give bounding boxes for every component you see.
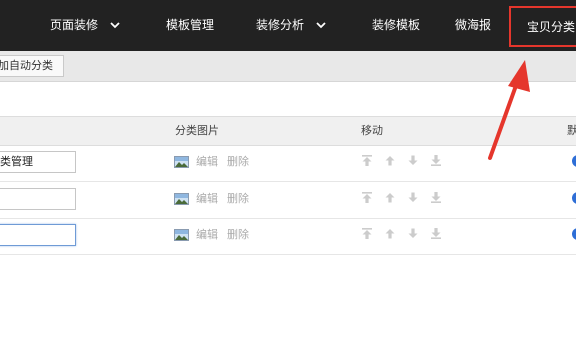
table-row: 编辑 删除 xyxy=(0,218,576,255)
move-up-icon[interactable] xyxy=(385,155,395,169)
column-header-default: 默 xyxy=(567,124,576,137)
move-top-icon[interactable] xyxy=(362,228,372,242)
move-top-icon[interactable] xyxy=(362,155,372,169)
nav-page-decoration[interactable]: 页面装修 xyxy=(50,0,120,51)
nav-decoration-templates[interactable]: 装修模板 xyxy=(372,0,420,51)
toolbar: 加自动分类 xyxy=(0,51,576,82)
nav-micro-poster[interactable]: 微海报 xyxy=(455,0,491,51)
delete-image-link[interactable]: 删除 xyxy=(227,154,249,170)
move-down-icon[interactable] xyxy=(408,228,418,242)
move-bottom-icon[interactable] xyxy=(431,228,441,242)
nav-template-management[interactable]: 模板管理 xyxy=(166,0,214,51)
table-row: 类管理 编辑 删除 xyxy=(0,145,576,182)
delete-image-link[interactable]: 删除 xyxy=(227,227,249,243)
nav-label: 宝贝分类 xyxy=(527,20,576,34)
move-top-icon[interactable] xyxy=(362,192,372,206)
move-bottom-icon[interactable] xyxy=(431,155,441,169)
category-name-input[interactable] xyxy=(0,224,76,246)
nav-label: 页面装修 xyxy=(50,18,99,32)
table-row: 编辑 删除 xyxy=(0,182,576,219)
default-toggle[interactable] xyxy=(572,228,576,240)
nav-label: 模板管理 xyxy=(166,18,215,32)
move-up-icon[interactable] xyxy=(385,192,395,206)
nav-label: 微海报 xyxy=(455,18,492,32)
move-down-icon[interactable] xyxy=(408,155,418,169)
default-toggle[interactable] xyxy=(572,192,576,204)
move-down-icon[interactable] xyxy=(408,192,418,206)
category-name-input[interactable] xyxy=(0,188,76,210)
delete-image-link[interactable]: 删除 xyxy=(227,191,249,207)
image-icon xyxy=(174,229,189,244)
button-label: 加自动分类 xyxy=(0,59,53,72)
add-auto-category-button[interactable]: 加自动分类 xyxy=(0,55,64,77)
column-header-image: 分类图片 xyxy=(175,124,219,137)
chevron-down-icon xyxy=(110,0,120,51)
image-icon xyxy=(174,193,189,208)
nav-label: 装修模板 xyxy=(372,18,421,32)
category-name-input[interactable]: 类管理 xyxy=(0,151,76,173)
chevron-down-icon xyxy=(316,0,326,51)
edit-image-link[interactable]: 编辑 xyxy=(196,154,218,170)
nav-decoration-analysis[interactable]: 装修分析 xyxy=(256,0,326,51)
edit-image-link[interactable]: 编辑 xyxy=(196,227,218,243)
move-bottom-icon[interactable] xyxy=(431,192,441,206)
move-up-icon[interactable] xyxy=(385,228,395,242)
default-toggle[interactable] xyxy=(572,155,576,167)
nav-label: 装修分析 xyxy=(256,18,305,32)
edit-image-link[interactable]: 编辑 xyxy=(196,191,218,207)
image-icon xyxy=(174,156,189,171)
top-navigation: 页面装修 模板管理 装修分析 装修模板 微海报 宝贝分类 xyxy=(0,0,576,51)
table-header: 分类图片 移动 默 xyxy=(0,116,576,146)
column-header-move: 移动 xyxy=(361,124,383,137)
nav-item-categories[interactable]: 宝贝分类 xyxy=(509,6,576,47)
